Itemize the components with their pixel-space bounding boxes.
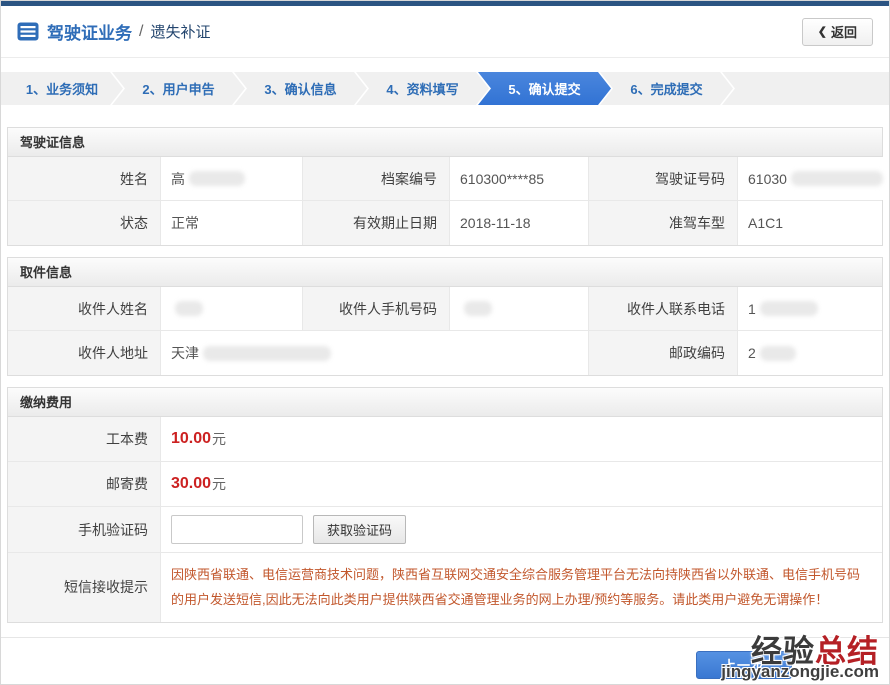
back-button[interactable]: ❮ 返回 <box>802 18 873 46</box>
production-fee-amount: 10.00 <box>171 430 211 448</box>
value-recipient-name <box>160 287 303 330</box>
step-bar-filler <box>722 72 889 105</box>
sms-code-cell: 获取验证码 <box>160 507 882 552</box>
section-pickup-info: 取件信息 收件人姓名 收件人手机号码 收件人联系电话 1 收件人地址 天津 <box>7 257 883 376</box>
label-status: 状态 <box>8 201 160 245</box>
title-divider: / <box>139 23 143 41</box>
redaction-blur <box>760 346 796 361</box>
label-postal-code: 邮政编码 <box>589 331 737 375</box>
label-expiry-date: 有效期止日期 <box>303 201 449 245</box>
label-mailing-fee: 邮寄费 <box>8 462 160 506</box>
page-title: 驾驶证业务 <box>47 19 132 44</box>
table-row: 邮寄费 30.00 元 <box>8 462 882 507</box>
redaction-blur <box>760 301 818 316</box>
label-production-fee: 工本费 <box>8 417 160 461</box>
sms-code-input[interactable] <box>171 515 303 544</box>
table-row: 工本费 10.00 元 <box>8 417 882 462</box>
sms-notice-cell: 因陕西省联通、电信运营商技术问题，陕西省互联网交通安全综合服务管理平台无法向持陕… <box>160 553 882 622</box>
header: 驾驶证业务 / 遗失补证 ❮ 返回 <box>1 6 889 58</box>
label-recipient-mobile: 收件人手机号码 <box>303 287 449 330</box>
label-file-number: 档案编号 <box>303 157 449 200</box>
section-title-license: 驾驶证信息 <box>8 128 882 157</box>
table-row: 姓名 高 档案编号 610300****85 驾驶证号码 61030 <box>8 157 882 201</box>
redaction-blur <box>189 171 245 186</box>
section-title-pickup: 取件信息 <box>8 258 882 287</box>
step-2-user-declaration: 2、用户申告 <box>112 72 245 105</box>
label-sms-code: 手机验证码 <box>8 507 160 552</box>
list-icon <box>17 22 39 41</box>
step-3-confirm-info: 3、确认信息 <box>234 72 367 105</box>
value-mailing-fee: 30.00 元 <box>160 462 882 506</box>
get-code-button[interactable]: 获取验证码 <box>313 515 406 544</box>
step-1-business-notice: 1、业务须知 <box>1 72 123 105</box>
back-button-label: 返回 <box>831 22 857 41</box>
label-sms-notice: 短信接收提示 <box>8 553 160 622</box>
production-fee-unit: 元 <box>212 429 226 449</box>
section-license-info: 驾驶证信息 姓名 高 档案编号 610300****85 驾驶证号码 61030… <box>7 127 883 246</box>
mailing-fee-amount: 30.00 <box>171 475 211 493</box>
step-5-confirm-submit-active: 5、确认提交 <box>478 72 611 105</box>
value-production-fee: 10.00 元 <box>160 417 882 461</box>
table-row: 短信接收提示 因陕西省联通、电信运营商技术问题，陕西省互联网交通安全综合服务管理… <box>8 553 882 622</box>
sms-notice-text: 因陕西省联通、电信运营商技术问题，陕西省互联网交通安全综合服务管理平台无法向持陕… <box>171 567 860 607</box>
redaction-blur <box>791 171 883 186</box>
value-file-number: 610300****85 <box>449 157 589 200</box>
page-subtitle: 遗失补证 <box>150 21 210 42</box>
redaction-blur <box>175 301 203 316</box>
section-fees: 缴纳费用 工本费 10.00 元 邮寄费 30.00 元 手机验证码 获取验证码… <box>7 387 883 623</box>
value-license-number: 61030 <box>737 157 883 200</box>
value-recipient-mobile <box>449 287 589 330</box>
label-recipient-phone: 收件人联系电话 <box>589 287 737 330</box>
section-title-fees: 缴纳费用 <box>8 388 882 417</box>
value-vehicle-type: A1C1 <box>737 201 882 245</box>
label-recipient-name: 收件人姓名 <box>8 287 160 330</box>
label-recipient-address: 收件人地址 <box>8 331 160 375</box>
value-postal-code: 2 <box>737 331 882 375</box>
step-wizard: 1、业务须知 2、用户申告 3、确认信息 4、资料填写 5、确认提交 6、完成提… <box>1 72 889 105</box>
table-row: 手机验证码 获取验证码 <box>8 507 882 553</box>
page: 驾驶证业务 / 遗失补证 ❮ 返回 1、业务须知 2、用户申告 3、确认信息 4… <box>0 0 890 685</box>
mailing-fee-unit: 元 <box>212 474 226 494</box>
table-row: 状态 正常 有效期止日期 2018-11-18 准驾车型 A1C1 <box>8 201 882 245</box>
value-name: 高 <box>160 157 303 200</box>
footer: 上一步 <box>1 637 889 679</box>
value-expiry-date: 2018-11-18 <box>449 201 589 245</box>
redaction-blur <box>203 346 331 361</box>
label-vehicle-type: 准驾车型 <box>589 201 737 245</box>
step-6-complete-submit: 6、完成提交 <box>600 72 733 105</box>
label-license-number: 驾驶证号码 <box>589 157 737 200</box>
value-status: 正常 <box>160 201 303 245</box>
value-recipient-address: 天津 <box>160 331 589 375</box>
step-4-fill-materials: 4、资料填写 <box>356 72 489 105</box>
table-row: 收件人姓名 收件人手机号码 收件人联系电话 1 <box>8 287 882 331</box>
redaction-blur <box>464 301 492 316</box>
value-recipient-phone: 1 <box>737 287 882 330</box>
table-row: 收件人地址 天津 邮政编码 2 <box>8 331 882 375</box>
label-name: 姓名 <box>8 157 160 200</box>
previous-step-button[interactable]: 上一步 <box>696 651 792 679</box>
chevron-left-icon: ❮ <box>818 25 827 38</box>
